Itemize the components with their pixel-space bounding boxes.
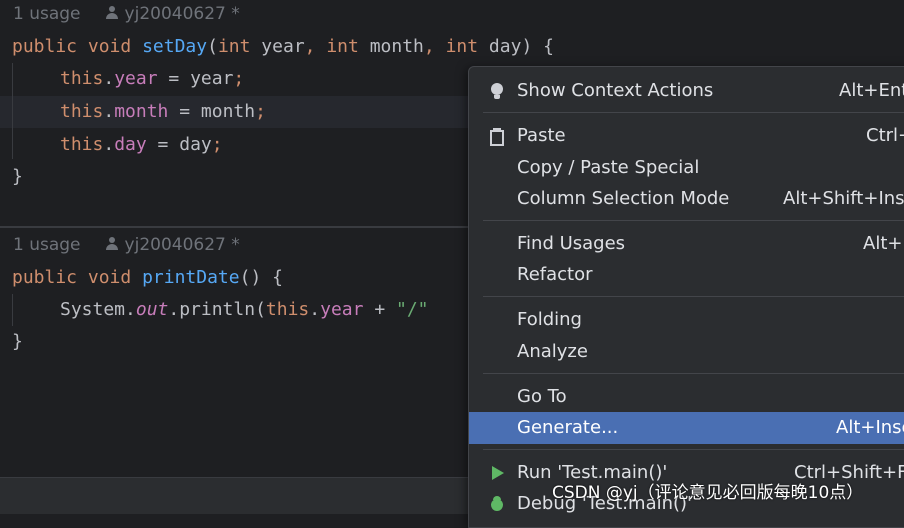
menu-item-label: Copy / Paste Special <box>517 157 700 178</box>
code-vision-hint[interactable]: 1 usage yj20040627 * <box>13 231 240 259</box>
menu-item-label: Paste <box>517 125 566 146</box>
static-field: out <box>135 299 169 320</box>
expr: = month <box>168 101 256 122</box>
menu-item-generate[interactable]: Generate... Alt+Inse <box>469 412 904 444</box>
param: month <box>358 36 424 57</box>
type: int <box>217 36 251 57</box>
method-name: printDate <box>142 267 240 288</box>
dot: . <box>103 68 115 89</box>
menu-item-shortcut: Alt+Shift+Inse <box>783 188 904 209</box>
method-name: setDay <box>142 36 208 57</box>
string-literal: "/" <box>396 299 429 320</box>
paren: () { <box>239 267 283 288</box>
field: day <box>114 134 147 155</box>
code-line[interactable]: this.year = year; <box>60 63 244 95</box>
menu-item-label: Analyze <box>517 341 588 362</box>
type: int <box>326 36 359 57</box>
clipboard-icon <box>489 128 505 146</box>
menu-item-shortcut: Alt+Inse <box>836 417 904 438</box>
menu-separator <box>483 449 904 450</box>
operator: + <box>363 299 396 320</box>
keyword: void <box>87 267 132 288</box>
debug-icon <box>489 496 505 512</box>
menu-item-shortcut: Alt+F <box>863 233 904 254</box>
expr: = day <box>146 134 212 155</box>
keyword: public <box>12 36 78 57</box>
menu-item-analyze[interactable]: Analyze <box>469 336 904 368</box>
field: year <box>114 68 158 89</box>
code-line[interactable]: System.out.println(this.year + "/" <box>60 294 429 326</box>
closing-brace[interactable]: } <box>12 326 23 358</box>
paren: ) { <box>521 36 554 57</box>
type: int <box>445 36 479 57</box>
code-vision-hint[interactable]: 1 usage yj20040627 * <box>13 0 240 28</box>
menu-item-folding[interactable]: Folding <box>469 304 904 336</box>
menu-separator <box>483 373 904 374</box>
menu-item-label: Refactor <box>517 264 593 285</box>
menu-item-find-usages[interactable]: Find Usages Alt+F <box>469 228 904 260</box>
keyword: this <box>60 68 104 89</box>
param: day <box>478 36 522 57</box>
user-icon <box>105 6 119 20</box>
usage-count[interactable]: 1 usage <box>13 4 81 24</box>
comma: , <box>423 36 446 57</box>
method-signature-printdate[interactable]: public void printDate() { <box>12 262 283 294</box>
code-line[interactable]: this.day = day; <box>60 129 223 161</box>
menu-item-paste[interactable]: Paste Ctrl+ <box>469 120 904 152</box>
keyword: this <box>60 134 104 155</box>
code-line[interactable]: this.month = month; <box>60 96 266 128</box>
comma: , <box>304 36 327 57</box>
dot: . <box>103 101 115 122</box>
menu-item-shortcut: Ctrl+ <box>866 125 904 146</box>
user-icon <box>105 237 119 251</box>
paren: ( <box>207 36 218 57</box>
menu-item-label: Go To <box>517 386 567 407</box>
dot: . <box>103 134 115 155</box>
keyword: public <box>12 267 78 288</box>
author-label: yj20040627 * <box>124 4 240 24</box>
method-signature-setday[interactable]: public void setDay(int year, int month, … <box>12 31 554 63</box>
closing-brace[interactable]: } <box>12 161 23 193</box>
menu-item-go-to[interactable]: Go To <box>469 381 904 413</box>
indent-guide <box>12 294 13 326</box>
menu-item-show-context-actions[interactable]: Show Context Actions Alt+Ent <box>469 75 904 107</box>
menu-item-label: Column Selection Mode <box>517 188 730 209</box>
run-icon <box>489 465 505 481</box>
semicolon: ; <box>211 134 223 155</box>
field: month <box>114 101 169 122</box>
menu-item-label: Find Usages <box>517 233 626 254</box>
keyword: this <box>60 101 104 122</box>
menu-separator <box>483 296 904 297</box>
usage-count[interactable]: 1 usage <box>13 235 81 255</box>
menu-item-column-selection-mode[interactable]: Column Selection Mode Alt+Shift+Inse <box>469 183 904 215</box>
menu-item-label: Show Context Actions <box>517 80 714 101</box>
field: year <box>320 299 364 320</box>
semicolon: ; <box>233 68 245 89</box>
indent-guide <box>12 63 13 159</box>
context-menu: Show Context Actions Alt+Ent Paste Ctrl+… <box>468 66 904 528</box>
author-label: yj20040627 * <box>124 235 240 255</box>
semicolon: ; <box>255 101 266 122</box>
expr: = year <box>157 68 234 89</box>
keyword: void <box>87 36 132 57</box>
method-call: .println( <box>168 299 266 320</box>
menu-item-refactor[interactable]: Refactor <box>469 259 904 291</box>
watermark: CSDN @yj（评论意见必回版每晚10点） <box>552 483 864 503</box>
menu-item-copy-paste-special[interactable]: Copy / Paste Special <box>469 152 904 184</box>
menu-separator <box>483 220 904 221</box>
param: year <box>250 36 305 57</box>
menu-separator <box>483 112 904 113</box>
menu-item-label: Folding <box>517 309 582 330</box>
lightbulb-icon <box>489 83 505 99</box>
keyword: this <box>265 299 310 320</box>
dot: . <box>309 299 321 320</box>
menu-item-shortcut: Alt+Ent <box>839 80 904 101</box>
class-ref: System. <box>60 299 136 320</box>
menu-item-label: Generate... <box>517 417 619 438</box>
